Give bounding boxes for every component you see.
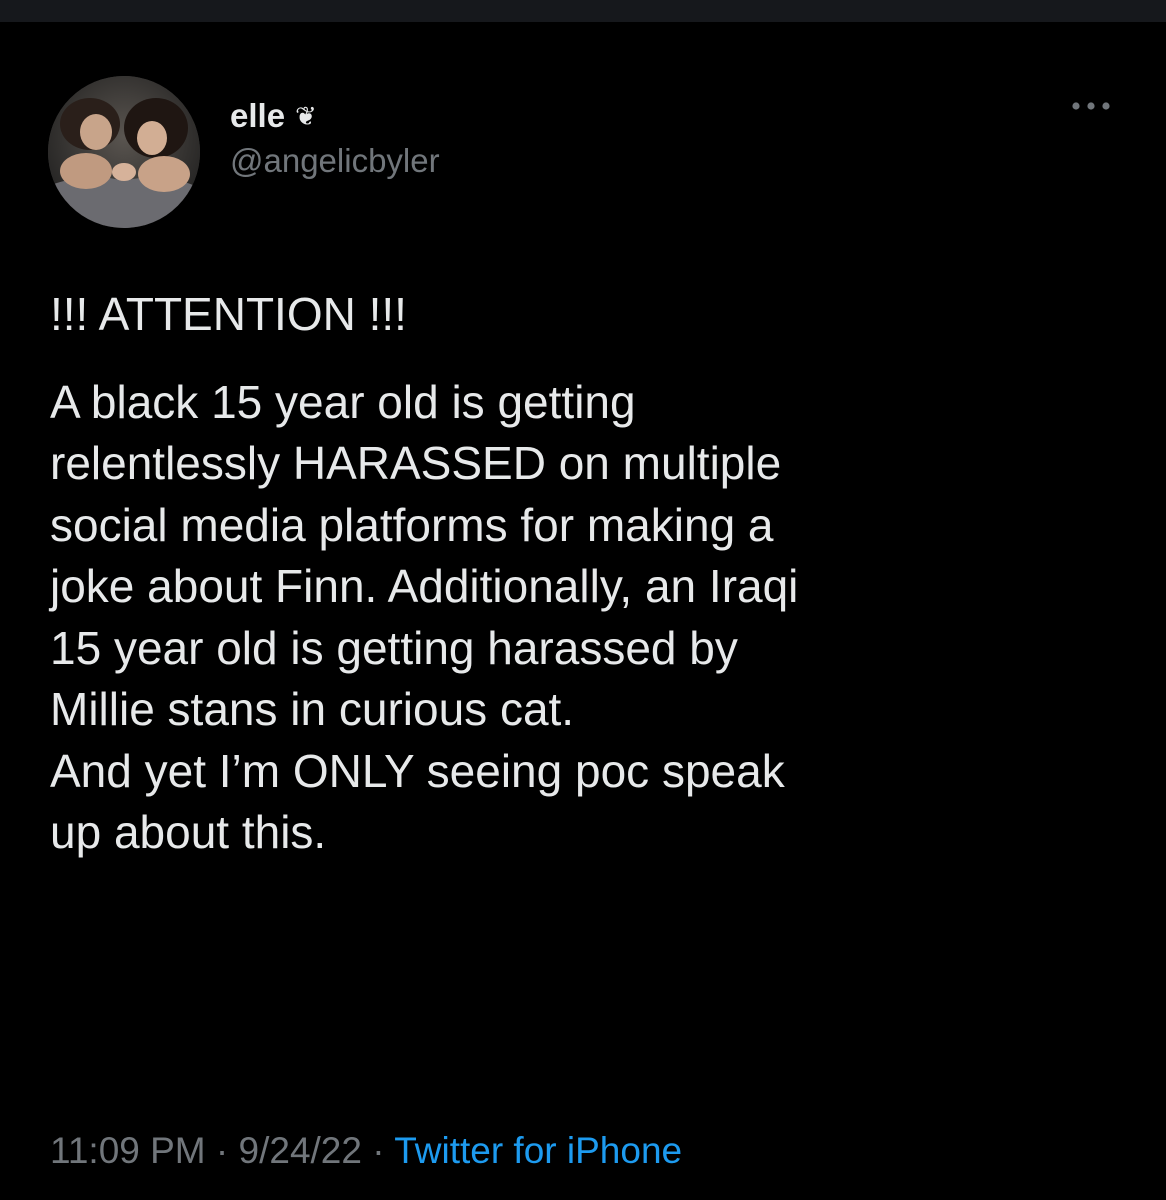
avatar-photo [48,76,200,228]
avatar[interactable] [48,76,200,228]
tweet-text: !!! ATTENTION !!! A black 15 year old is… [50,284,1130,864]
meta-separator: · [361,1130,395,1171]
tweet: elle ❦ @angelicbyler !!! ATTENTION !!! A… [0,22,1166,1200]
more-horizontal-icon [1072,102,1110,110]
top-bar [0,0,1166,22]
heart-emoji-icon: ❦ [295,101,317,131]
author-name-row: elle ❦ [230,94,440,138]
more-options-button[interactable] [1066,86,1116,126]
tweet-body: A black 15 year old is getting relentles… [50,375,799,859]
tweet-metadata: 11:09 PM · 9/24/22 · Twitter for iPhone [50,1130,682,1172]
user-handle[interactable]: @angelicbyler [230,142,440,180]
display-name[interactable]: elle [230,97,285,135]
author-block: elle ❦ @angelicbyler [230,94,440,180]
tweet-source-link[interactable]: Twitter for iPhone [394,1130,682,1171]
tweet-time[interactable]: 11:09 PM [50,1130,206,1171]
meta-separator: · [205,1130,239,1171]
tweet-heading: !!! ATTENTION !!! [50,288,407,340]
tweet-date[interactable]: 9/24/22 [239,1130,362,1171]
